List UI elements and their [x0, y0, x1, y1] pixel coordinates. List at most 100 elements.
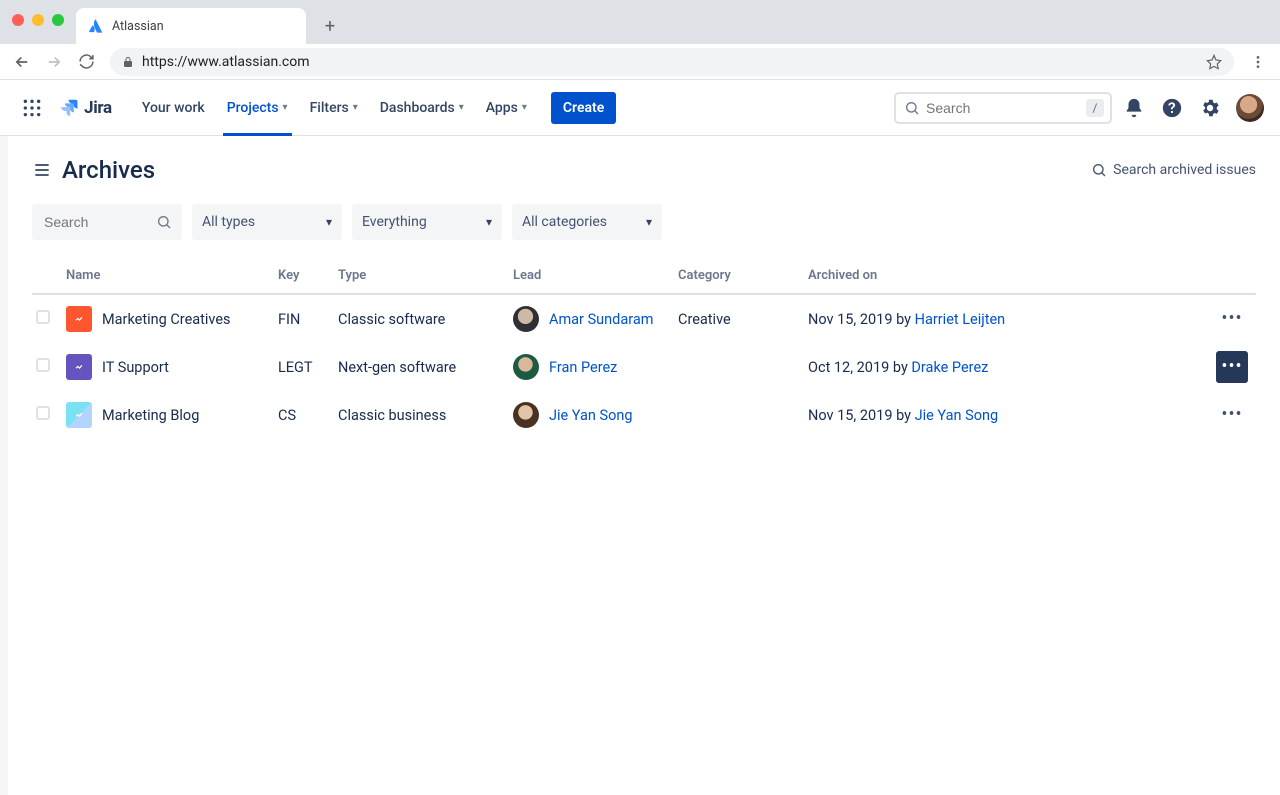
- chevron-down-icon: ▾: [486, 215, 492, 229]
- global-search-input[interactable]: [926, 100, 1074, 116]
- nav-item-label: Projects: [227, 100, 279, 116]
- row-actions-button[interactable]: •••: [1216, 351, 1248, 383]
- table-row: Marketing Creatives FIN Classic software…: [32, 294, 1256, 343]
- browser-tab-title: Atlassian: [112, 19, 164, 34]
- search-icon: [1091, 162, 1107, 178]
- chevron-down-icon: ▾: [283, 102, 288, 113]
- lead-avatar: [513, 402, 539, 428]
- app-switcher-button[interactable]: [16, 92, 48, 124]
- project-category: Creative: [678, 311, 731, 328]
- nav-item-apps[interactable]: Apps▾: [478, 80, 535, 136]
- chevron-down-icon: ▾: [326, 215, 332, 229]
- nav-item-projects[interactable]: Projects ▾: [219, 80, 296, 136]
- column-header-name[interactable]: Name: [58, 262, 270, 294]
- table-row: IT Support LEGT Next-gen software Fran P…: [32, 343, 1256, 391]
- projects-search[interactable]: [32, 204, 182, 240]
- more-icon: •••: [1221, 310, 1242, 328]
- filter-type-select[interactable]: All types ▾: [192, 204, 342, 240]
- row-checkbox[interactable]: [36, 406, 50, 420]
- browser-back-button[interactable]: [10, 50, 34, 74]
- nav-item-label: Filters: [310, 100, 349, 116]
- lead-avatar: [513, 306, 539, 332]
- settings-button[interactable]: [1194, 92, 1226, 124]
- help-button[interactable]: [1156, 92, 1188, 124]
- nav-item-dashboards[interactable]: Dashboards▾: [372, 80, 472, 136]
- nav-item-label: Your work: [142, 100, 205, 116]
- row-actions-button[interactable]: •••: [1216, 303, 1248, 335]
- project-key: CS: [278, 407, 296, 424]
- create-button[interactable]: Create: [551, 92, 616, 124]
- browser-menu-button[interactable]: [1246, 50, 1270, 74]
- filter-category-label: All categories: [522, 214, 607, 230]
- column-header-type[interactable]: Type: [330, 262, 505, 294]
- search-icon: [904, 100, 920, 116]
- bookmark-star-icon[interactable]: [1206, 54, 1222, 70]
- archives-table: Name Key Type Lead Category Archived on …: [32, 262, 1256, 439]
- projects-search-input[interactable]: [44, 214, 148, 230]
- project-key: LEGT: [278, 359, 313, 376]
- by-label: by: [896, 407, 915, 424]
- search-archived-issues-link[interactable]: Search archived issues: [1091, 162, 1256, 178]
- browser-reload-button[interactable]: [74, 50, 98, 74]
- filter-type-label: All types: [202, 214, 255, 230]
- filter-bar: All types ▾ Everything ▾ All categories …: [32, 204, 1256, 240]
- nav-item-label: Dashboards: [380, 100, 455, 116]
- by-label: by: [893, 359, 912, 376]
- chevron-down-icon: ▾: [646, 215, 652, 229]
- project-type: Classic business: [338, 407, 446, 424]
- window-minimize-button[interactable]: [32, 14, 44, 26]
- nav-item-filters[interactable]: Filters▾: [302, 80, 366, 136]
- project-key: FIN: [278, 311, 300, 328]
- window-close-button[interactable]: [12, 14, 24, 26]
- column-header-key[interactable]: Key: [270, 262, 330, 294]
- window-maximize-button[interactable]: [52, 14, 64, 26]
- more-icon: •••: [1221, 358, 1242, 376]
- row-checkbox[interactable]: [36, 310, 50, 324]
- page-body: Archives Search archived issues All type…: [0, 136, 1280, 795]
- archiver-link[interactable]: Jie Yan Song: [915, 407, 999, 424]
- search-icon: [156, 214, 172, 230]
- global-search[interactable]: /: [894, 92, 1112, 124]
- lead-link[interactable]: Amar Sundaram: [549, 311, 653, 328]
- page-title: Archives: [62, 156, 155, 184]
- archiver-link[interactable]: Harriet Leijten: [915, 311, 1006, 328]
- row-checkbox[interactable]: [36, 358, 50, 372]
- lead-avatar: [513, 354, 539, 380]
- filter-scope-select[interactable]: Everything ▾: [352, 204, 502, 240]
- archived-date: Nov 15, 2019: [808, 407, 892, 424]
- atlassian-favicon-icon: [88, 18, 104, 34]
- project-type: Next-gen software: [338, 359, 456, 376]
- archiver-link[interactable]: Drake Perez: [911, 359, 988, 376]
- archived-date: Oct 12, 2019: [808, 359, 889, 376]
- nav-item-your-work[interactable]: Your work: [134, 80, 213, 136]
- row-actions-button[interactable]: •••: [1216, 399, 1248, 431]
- project-name: Marketing Creatives: [102, 311, 231, 328]
- project-icon: [66, 306, 92, 332]
- browser-toolbar: https://www.atlassian.com: [0, 44, 1280, 80]
- jira-top-nav: Jira Your workProjects▾Filters▾Dashboard…: [0, 80, 1280, 136]
- column-header-category[interactable]: Category: [670, 262, 800, 294]
- project-name: IT Support: [102, 359, 169, 376]
- sidebar-toggle-button[interactable]: [32, 160, 52, 180]
- browser-forward-button[interactable]: [42, 50, 66, 74]
- project-icon: [66, 354, 92, 380]
- more-icon: •••: [1221, 406, 1242, 424]
- browser-address-bar[interactable]: https://www.atlassian.com: [110, 48, 1234, 76]
- profile-avatar-button[interactable]: [1236, 94, 1264, 122]
- archived-date: Nov 15, 2019: [808, 311, 892, 328]
- search-archived-label: Search archived issues: [1113, 162, 1256, 178]
- column-header-lead[interactable]: Lead: [505, 262, 670, 294]
- filter-scope-label: Everything: [362, 214, 427, 230]
- lead-link[interactable]: Jie Yan Song: [549, 407, 633, 424]
- notifications-button[interactable]: [1118, 92, 1150, 124]
- jira-logo-text: Jira: [84, 98, 112, 118]
- column-header-archived-on[interactable]: Archived on: [800, 262, 1208, 294]
- browser-tab[interactable]: Atlassian: [76, 8, 306, 44]
- lock-icon: [122, 56, 134, 68]
- jira-logo[interactable]: Jira: [54, 97, 116, 119]
- browser-url: https://www.atlassian.com: [142, 54, 309, 70]
- new-tab-button[interactable]: +: [316, 12, 344, 40]
- filter-category-select[interactable]: All categories ▾: [512, 204, 662, 240]
- lead-link[interactable]: Fran Perez: [549, 359, 617, 376]
- search-shortcut-hint: /: [1086, 99, 1104, 117]
